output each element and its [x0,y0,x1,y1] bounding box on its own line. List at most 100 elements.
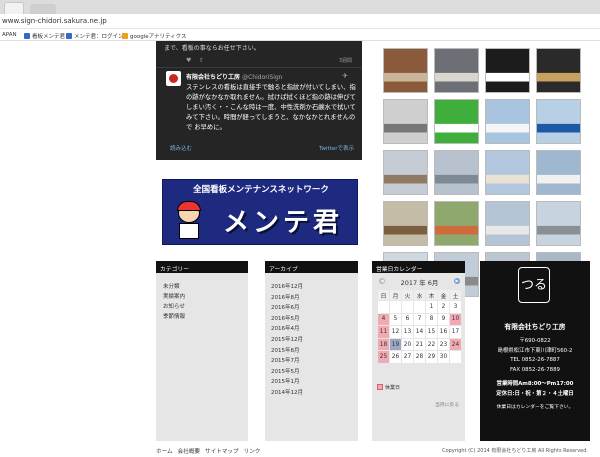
weekday-label: 木 [425,289,438,301]
new-tab-button[interactable] [30,4,56,14]
gallery-photo[interactable] [536,150,581,195]
footer-nav-link[interactable]: 会社概要 [178,449,200,455]
footer-nav-link[interactable]: サイトマップ [205,449,239,455]
calendar-day: 12 [389,325,402,339]
gallery-photo[interactable] [485,99,530,144]
archive-link[interactable]: 2015年1月 [271,377,303,388]
prev-month-icon[interactable]: ◀ [379,278,385,284]
calendar-day: 29 [425,350,438,364]
bookmark-google-analytics[interactable]: googleアナリティクス [122,32,187,40]
calendar-day [377,300,390,314]
category-link[interactable]: 未分類 [163,282,185,292]
address-bar[interactable]: www.sign-chidori.sakura.ne.jp [0,14,600,29]
gallery-photo[interactable] [383,99,428,144]
browser-tab[interactable] [4,2,24,14]
archive-widget: アーカイブ 2016年12月 2016年8月 2016年6月 2016年5月 2016年… [265,261,358,441]
calendar-day: 13 [401,325,414,339]
calendar-day: 25 [377,350,390,364]
share-icon[interactable]: ⇧ [199,57,204,64]
bookmark-mente-login[interactable]: メンテ君：ログイン [66,32,124,40]
load-more-link[interactable]: 読み込む [170,144,192,152]
footer-nav-link[interactable]: リンク [244,449,261,455]
avatar-logo-icon [169,74,178,83]
calendar-day: 20 [401,337,414,352]
gallery-photo[interactable] [485,150,530,195]
calendar-day: 2 [437,300,450,314]
holiday-swatch-icon [377,384,383,390]
gallery-photo[interactable] [536,99,581,144]
shop-fax: FAX 0852-26-7889 [510,366,560,373]
url-text: www.sign-chidori.sakura.ne.jp [2,17,107,25]
tweet-time: 3週間 [338,58,352,64]
gallery-photo[interactable] [536,48,581,93]
gallery-photo[interactable] [485,48,530,93]
calendar-day: 26 [389,350,402,364]
archive-link[interactable]: 2016年6月 [271,303,303,314]
closed-days: 定休日:日・祝・第２・４土曜日 [496,390,574,397]
calendar-day: 11 [377,325,390,339]
category-link[interactable]: お知らせ [163,302,185,312]
folder-icon [122,33,128,39]
weekday-label: 日 [377,289,390,301]
tab-strip [0,0,600,14]
gallery-photo[interactable] [434,99,479,144]
mente-kun-banner[interactable]: 全国看板メンテナンスネットワーク メンテ君 [162,179,358,245]
archive-link[interactable]: 2015年5月 [271,367,303,378]
shop-note: 休業日はカレンダーをご覧下さい。 [496,405,574,410]
calendar-day: 17 [449,325,462,339]
calendar-day [389,300,402,314]
archive-link[interactable]: 2016年4月 [271,324,303,335]
archive-link[interactable]: 2016年5月 [271,314,303,325]
archive-link[interactable]: 2016年12月 [271,282,303,293]
weekday-label: 火 [401,289,414,301]
gallery-photo[interactable] [485,201,530,246]
tweet-author[interactable]: 有限会社ちどり工房 @ChidoriSign [186,72,282,81]
weekday-label: 月 [389,289,402,301]
archive-link[interactable]: 2015年8月 [271,346,303,357]
calendar-day: 22 [425,337,438,352]
category-link[interactable]: 季節情報 [163,312,185,322]
archive-link[interactable]: 2015年7月 [271,356,303,367]
calendar-day: 24 [449,337,462,352]
gallery-photo[interactable] [434,201,479,246]
current-month-link[interactable]: 当月に戻る [435,401,459,408]
copyright: Copyright (C) 2014 有限会社ちどり工房 All Rights … [442,448,588,454]
gallery-photo[interactable] [383,150,428,195]
tweet-actions: ♥ ⇧ [186,57,204,64]
tweet-text-prev: まで、看板の事ならお任せ下さい。 [164,45,260,52]
calendar: ◀ 2017 年 6月 ▶ 日月火水木金土 1 2 3 4 5 6 7 8 9 10 11 12 13 14… [377,277,462,364]
calendar-month: 2017 年 6月 [400,279,439,287]
widget-title: カテゴリー [156,261,248,273]
shop-name: 有限会社ちどり工房 [504,323,566,331]
archive-link[interactable]: 2016年8月 [271,293,303,304]
footer-nav-link[interactable]: ホーム [156,449,173,455]
shop-contact: 〒690-0822 島根県松江市下東川津町560-2 TEL 0852-26-7… [480,337,590,375]
view-on-twitter-link[interactable]: Twitterで表示 [319,144,354,152]
category-link[interactable]: 実績案内 [163,292,185,302]
bookmarks-bar: APAN 看板メンテ君 メンテ君：ログイン googleアナリティクス [0,29,600,41]
categories-widget: カテゴリー 未分類 実績案内 お知らせ 季節情報 [156,261,248,441]
bookmark-mente-kun[interactable]: 看板メンテ君 [24,32,65,40]
gallery-photo[interactable] [383,48,428,93]
gallery-photo[interactable] [383,201,428,246]
gallery-photo[interactable] [434,48,479,93]
next-month-icon[interactable]: ▶ [454,278,460,284]
footer-nav: ホーム 会社概要 サイトマップ リンク [156,447,265,455]
like-icon[interactable]: ♥ [186,57,191,64]
avatar[interactable] [166,71,181,86]
archive-link[interactable]: 2014年12月 [271,388,303,399]
gallery-photo[interactable] [536,201,581,246]
calendar-day: 4 [377,312,390,327]
calendar-day: 6 [401,312,414,327]
archive-list: 2016年12月 2016年8月 2016年6月 2016年5月 2016年4月 2015… [271,282,303,399]
banner-body: メンテ君 [163,200,359,242]
gallery-photo[interactable] [434,150,479,195]
calendar-day: 3 [449,300,462,314]
archive-link[interactable]: 2015年12月 [271,335,303,346]
calendar-day: 16 [437,325,450,339]
page: まで、看板の事ならお任せ下さい。 ♥ ⇧ 3週間 有限会社ちどり工房 @Chid… [0,41,600,457]
calendar-day: 19 [389,337,402,352]
mascot-icon [173,201,205,239]
bookmark-apan[interactable]: APAN [2,32,17,38]
calendar-day: 23 [437,337,450,352]
